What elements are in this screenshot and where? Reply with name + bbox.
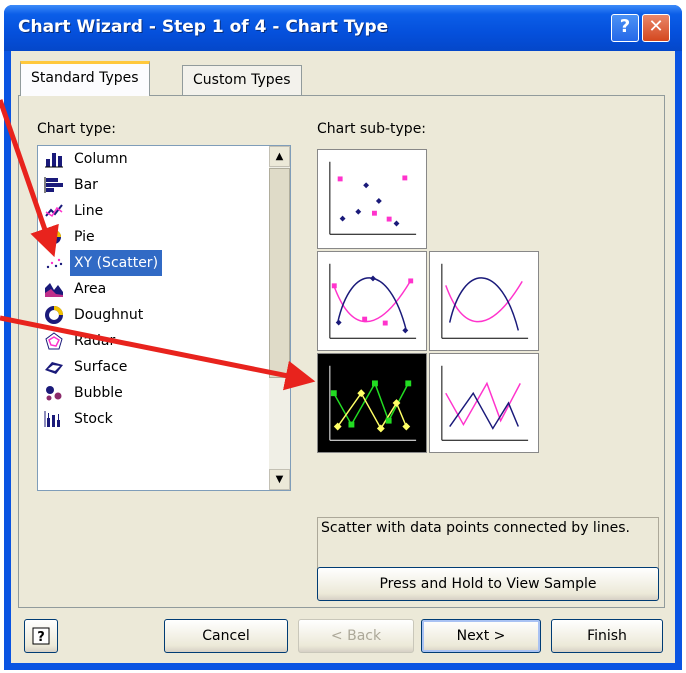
chart-type-label: Chart type: [37, 121, 116, 137]
line-chart-icon [45, 204, 63, 218]
list-item-xy-scatter[interactable]: XY (Scatter) [42, 250, 268, 276]
radar-chart-icon [45, 332, 63, 350]
window-title: Chart Wizard - Step 1 of 4 - Chart Type [18, 17, 389, 37]
list-item-area[interactable]: Area [42, 276, 268, 302]
list-item-label: Doughnut [74, 307, 144, 323]
list-item-doughnut[interactable]: Doughnut [42, 302, 268, 328]
list-item-label: Pie [74, 229, 95, 245]
subtype-smoothed-lines-markers[interactable] [317, 251, 427, 351]
subtype-scatter-markers[interactable] [317, 149, 427, 249]
list-item-column[interactable]: Column [42, 146, 268, 172]
area-chart-icon [45, 283, 63, 297]
pie-chart-icon [47, 230, 61, 244]
subtype-straight-lines[interactable] [429, 353, 539, 453]
list-item-label: Bubble [74, 385, 123, 401]
list-item-radar[interactable]: Radar [42, 328, 268, 354]
list-item-label: Radar [74, 333, 116, 349]
chart-wizard-window: Chart Wizard - Step 1 of 4 - Chart Type … [4, 5, 682, 670]
help-button[interactable]: ? [24, 619, 58, 653]
tab-standard-types[interactable]: Standard Types [20, 61, 150, 96]
chart-sub-type-label: Chart sub-type: [317, 121, 427, 137]
list-item-stock[interactable]: Stock [42, 406, 268, 432]
bubble-chart-icon [46, 386, 62, 401]
press-hold-sample-button[interactable]: Press and Hold to View Sample [317, 567, 659, 601]
chart-type-list[interactable]: Column Bar Line Pie XY (Scatter) Area Do… [37, 145, 291, 491]
subtype-lines-markers[interactable] [317, 353, 427, 453]
scatter-chart-icon [44, 254, 64, 272]
back-button[interactable]: < Back [298, 619, 414, 653]
dialog-body: Standard Types Custom Types Chart type: … [11, 51, 675, 663]
list-item-bar[interactable]: Bar [42, 172, 268, 198]
title-bar: Chart Wizard - Step 1 of 4 - Chart Type … [4, 5, 682, 51]
close-button[interactable]: ✕ [642, 14, 670, 42]
scroll-up-button[interactable]: ▲ [269, 146, 290, 167]
list-item-bubble[interactable]: Bubble [42, 380, 268, 406]
list-item-label: Stock [74, 411, 113, 427]
next-button[interactable]: Next > [421, 619, 541, 653]
scroll-thumb[interactable] [269, 168, 290, 378]
svg-text:?: ? [37, 630, 45, 645]
list-item-label: XY (Scatter) [70, 250, 163, 276]
list-item-line[interactable]: Line [42, 198, 268, 224]
list-item-label: Area [74, 281, 107, 297]
list-item-label: Bar [74, 177, 98, 193]
doughnut-chart-icon [45, 306, 63, 324]
help-title-button[interactable]: ? [611, 14, 639, 42]
list-item-label: Line [74, 203, 104, 219]
tab-custom-types[interactable]: Custom Types [182, 65, 302, 95]
list-item-label: Surface [74, 359, 128, 375]
help-icon: ? [32, 627, 50, 645]
subtype-smoothed-lines[interactable] [429, 251, 539, 351]
bar-chart-icon [44, 177, 63, 193]
column-chart-icon [45, 153, 63, 168]
list-item-pie[interactable]: Pie [42, 224, 268, 250]
list-scrollbar[interactable]: ▲ ▼ [269, 146, 290, 490]
stock-chart-icon [44, 411, 60, 427]
surface-chart-icon [45, 362, 63, 374]
cancel-button[interactable]: Cancel [164, 619, 288, 653]
list-item-label: Column [74, 151, 128, 167]
list-item-surface[interactable]: Surface [42, 354, 268, 380]
finish-button[interactable]: Finish [551, 619, 663, 653]
scroll-down-button[interactable]: ▼ [269, 469, 290, 490]
